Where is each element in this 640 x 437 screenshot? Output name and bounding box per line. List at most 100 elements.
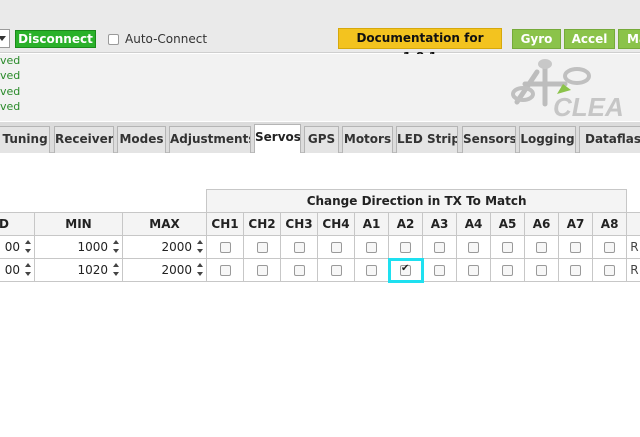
cleanflight-logo: CLEA [511, 59, 624, 122]
tab-led-strip[interactable]: LED Strip [396, 126, 458, 153]
a2-cell [388, 235, 424, 259]
a3-checkbox[interactable] [434, 242, 446, 253]
tab-logging[interactable]: Logging [519, 126, 576, 153]
table-group-header-row: Change Direction in TX To Match [0, 189, 640, 213]
a7-checkbox[interactable] [570, 242, 582, 253]
ch3-checkbox[interactable] [293, 265, 305, 276]
col-a8-header: A8 [592, 212, 628, 236]
auto-connect-checkbox[interactable] [108, 33, 119, 45]
ch1-checkbox[interactable] [219, 242, 231, 253]
a7-cell [558, 235, 594, 259]
ch2-checkbox[interactable] [256, 265, 268, 276]
tab-modes[interactable]: Modes [117, 126, 166, 153]
a4-checkbox[interactable] [468, 265, 480, 276]
table-header-row: D MIN MAX CH1 CH2 CH3 CH4 A1 A2 A3 A4 A5… [0, 212, 640, 236]
spinner-icon[interactable] [113, 263, 120, 277]
col-max-header: MAX [121, 212, 208, 236]
a2-cell-highlighted [387, 257, 424, 283]
spacer-cell [0, 189, 208, 213]
col-ch3-header: CH3 [280, 212, 319, 236]
a1-checkbox[interactable] [366, 242, 378, 253]
documentation-button[interactable]: Documentation for 1.8.1 [338, 28, 502, 64]
a7-checkbox[interactable] [570, 265, 582, 276]
spinner-icon[interactable] [25, 240, 32, 254]
a3-cell [422, 258, 458, 282]
disconnect-button[interactable]: Disconnect [15, 30, 96, 48]
spinner-icon[interactable] [197, 263, 204, 277]
a8-cell [592, 258, 628, 282]
spinner-icon[interactable] [197, 240, 204, 254]
ch1-checkbox[interactable] [219, 265, 231, 276]
table-row: 00 1000 2000 R [0, 235, 640, 259]
col-a4-header: A4 [456, 212, 492, 236]
sensor-gyro-indicator: Gyro [512, 29, 561, 49]
a8-checkbox[interactable] [604, 265, 616, 276]
max-input[interactable]: 2000 [121, 258, 208, 282]
a2-checkbox[interactable] [400, 242, 412, 253]
a6-checkbox[interactable] [536, 242, 548, 253]
a4-checkbox[interactable] [468, 242, 480, 253]
configurator-window: Disconnect Auto-Connect Documentation fo… [0, 0, 640, 437]
max-input[interactable]: 2000 [121, 235, 208, 259]
a5-cell [490, 235, 526, 259]
sensor-accel-indicator: Accel [564, 29, 615, 49]
ch4-cell [317, 258, 356, 282]
port-select[interactable] [0, 29, 10, 48]
spinner-icon[interactable] [113, 240, 120, 254]
a5-checkbox[interactable] [502, 242, 514, 253]
mid-value: 00 [4, 263, 20, 277]
tab-sensors[interactable]: Sensors [462, 126, 516, 153]
max-value: 2000 [161, 240, 193, 254]
sensor-mag-indicator: Ma [618, 29, 640, 49]
a4-cell [456, 235, 492, 259]
mid-input[interactable]: 00 [0, 235, 35, 259]
tab-pid-tuning[interactable]: D Tuning [0, 126, 50, 153]
ch3-cell [280, 235, 319, 259]
col-min-header: MIN [34, 212, 123, 236]
auto-connect-toggle[interactable]: Auto-Connect [108, 32, 207, 46]
a3-checkbox[interactable] [434, 265, 446, 276]
tab-gps[interactable]: GPS [304, 126, 339, 153]
ch1-cell [206, 258, 245, 282]
col-a3-header: A3 [422, 212, 458, 236]
col-a2-header: A2 [388, 212, 424, 236]
tab-adjustments[interactable]: Adjustments [169, 126, 251, 153]
tab-dataflash[interactable]: Dataflash [579, 126, 640, 153]
a1-cell [354, 258, 390, 282]
tab-motors[interactable]: Motors [342, 126, 393, 153]
header-bar: Disconnect Auto-Connect Documentation fo… [0, 0, 640, 64]
ch3-cell [280, 258, 319, 282]
table-row: 00 1020 2000 R [0, 257, 640, 283]
ch3-checkbox[interactable] [293, 242, 305, 253]
col-mid-header: D [0, 212, 35, 236]
a6-checkbox[interactable] [536, 265, 548, 276]
auto-connect-label: Auto-Connect [125, 32, 208, 46]
a1-cell [354, 235, 390, 259]
log-line: ved [0, 69, 21, 82]
ch2-cell [243, 258, 282, 282]
a5-checkbox[interactable] [502, 265, 514, 276]
ch2-checkbox[interactable] [256, 242, 268, 253]
ch2-cell [243, 235, 282, 259]
a2-checkbox[interactable] [400, 263, 412, 276]
min-input[interactable]: 1000 [34, 235, 123, 259]
spinner-icon[interactable] [25, 263, 32, 277]
a8-checkbox[interactable] [604, 242, 616, 253]
a6-cell [524, 258, 560, 282]
a8-cell [592, 235, 628, 259]
min-input[interactable]: 1020 [34, 258, 123, 282]
col-a5-header: A5 [490, 212, 526, 236]
servo-table: Change Direction in TX To Match D MIN MA… [0, 189, 640, 283]
a4-cell [456, 258, 492, 282]
a1-checkbox[interactable] [366, 265, 378, 276]
mid-input[interactable]: 00 [0, 258, 35, 282]
tail-cell: R [626, 258, 640, 282]
ch4-checkbox[interactable] [330, 265, 342, 276]
col-ch2-header: CH2 [243, 212, 282, 236]
tab-receiver[interactable]: Receiver [54, 126, 114, 153]
max-value: 2000 [161, 263, 193, 277]
col-ch4-header: CH4 [317, 212, 356, 236]
col-ch1-header: CH1 [206, 212, 245, 236]
tab-servos[interactable]: Servos [254, 124, 301, 154]
ch4-checkbox[interactable] [330, 242, 342, 253]
